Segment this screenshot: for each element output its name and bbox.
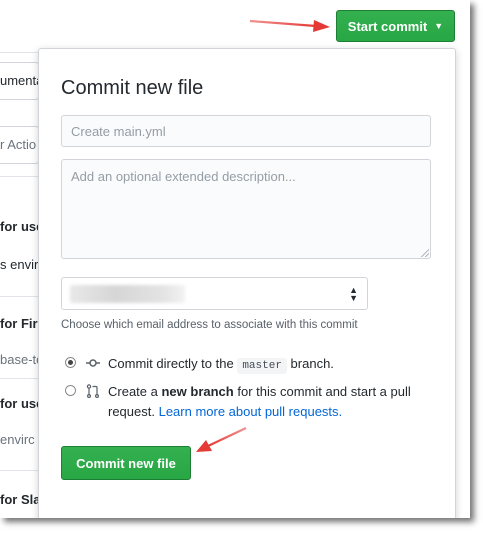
new-branch-radio[interactable] <box>65 385 76 396</box>
background-divider <box>0 296 40 297</box>
commit-direct-option[interactable]: Commit directly to the master branch. <box>65 354 334 376</box>
triangle-down-icon: ▼ <box>434 21 444 31</box>
select-arrows-icon: ▲ ▼ <box>349 285 358 303</box>
email-help-text: Choose which email address to associate … <box>61 319 358 331</box>
new-branch-option[interactable]: Create a new branch for this commit and … <box>65 382 415 422</box>
git-pull-request-icon <box>86 384 99 398</box>
git-commit-icon <box>86 359 100 367</box>
start-commit-label: Start commit <box>347 18 428 34</box>
resize-grip-icon[interactable] <box>421 249 429 257</box>
background-text: base-to <box>0 352 44 367</box>
screenshot-frame: umentati r Actio for use s enviro for Fi… <box>0 0 470 518</box>
branch-name: master <box>237 358 287 374</box>
new-branch-label: Create a new branch for this commit and … <box>108 384 411 419</box>
panel-title: Commit new file <box>61 77 204 99</box>
background-divider <box>0 176 40 177</box>
commit-panel: Commit new file ▲▼ Choose which email ad… <box>38 48 456 518</box>
background-divider <box>0 52 40 53</box>
background-text: for use <box>0 219 44 234</box>
commit-direct-label: Commit directly to the master branch. <box>108 356 334 374</box>
commit-direct-radio[interactable] <box>65 357 76 368</box>
background-text: r Actio <box>0 137 37 152</box>
annotation-arrow-icon <box>249 19 330 32</box>
email-select[interactable]: ▲ ▼ <box>61 277 368 310</box>
background-text: envirc <box>0 432 35 447</box>
redacted-email-value <box>70 285 185 303</box>
commit-summary-input[interactable] <box>61 115 431 147</box>
background-divider <box>0 470 40 471</box>
background-divider <box>0 378 40 379</box>
start-commit-button[interactable]: Start commit ▼ <box>336 10 455 42</box>
background-text: for Sla <box>0 492 41 507</box>
background-text: for use <box>0 396 44 411</box>
commit-new-file-button[interactable]: Commit new file <box>61 446 191 480</box>
learn-more-link[interactable]: Learn more about pull requests. <box>159 404 343 419</box>
commit-description-textarea[interactable] <box>61 159 431 259</box>
background-text: for Fir <box>0 316 38 331</box>
